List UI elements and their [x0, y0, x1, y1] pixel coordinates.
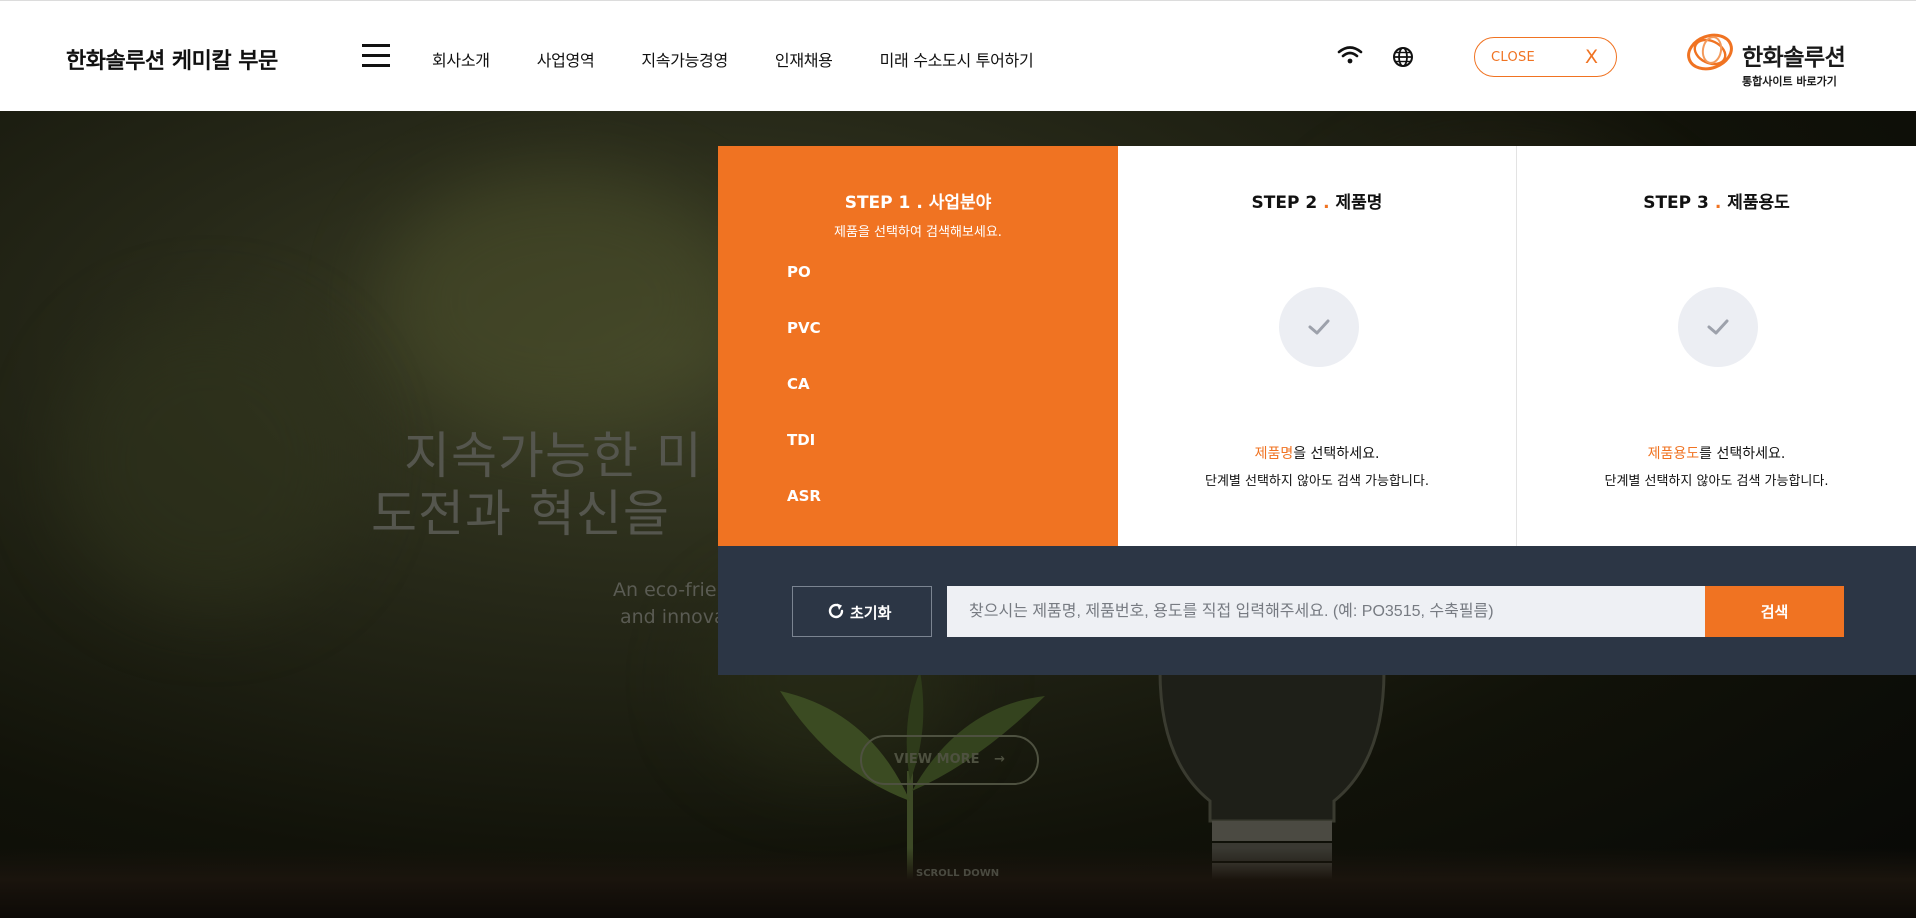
- category-item-pvc[interactable]: PVC: [787, 319, 821, 375]
- search-input[interactable]: [947, 586, 1705, 637]
- step3-number: STEP 3: [1643, 193, 1709, 213]
- step3-hint-rest: 를 선택하세요.: [1699, 446, 1786, 462]
- check-icon: [1308, 319, 1330, 335]
- step2-hint-rest: 을 선택하세요.: [1293, 446, 1380, 462]
- wifi-icon[interactable]: [1337, 45, 1363, 65]
- hero-subtitle: An eco-frien and innova: [613, 577, 729, 631]
- soil-ground: [0, 848, 1916, 918]
- step2-title-text: 제품명: [1335, 193, 1383, 213]
- step2-note: 단계별 선택하지 않아도 검색 가능합니다.: [1205, 474, 1429, 489]
- hanwha-logo-link[interactable]: 한화솔루션 통합사이트 바로가기: [1686, 26, 1856, 88]
- site-header: 한화솔루션 케미칼 부문 회사소개 사업영역 지속가능경영 인재채용 미래 수소…: [0, 0, 1916, 111]
- main-nav: 회사소개 사업영역 지속가능경영 인재채용 미래 수소도시 투어하기: [432, 47, 1080, 71]
- category-item-tdi[interactable]: TDI: [787, 431, 821, 487]
- close-icon: X: [1584, 46, 1598, 68]
- globe-icon[interactable]: [1392, 46, 1414, 68]
- nav-item-hydrogen-tour[interactable]: 미래 수소도시 투어하기: [880, 47, 1034, 71]
- category-item-asr[interactable]: ASR: [787, 487, 821, 543]
- step3-hint-highlight: 제품용도: [1647, 446, 1700, 462]
- nav-item-business[interactable]: 사업영역: [537, 47, 595, 71]
- step3-product-usage: STEP 3 . 제품용도 제품용도를 선택하세요. 단계별 선택하지 않아도 …: [1517, 146, 1916, 546]
- hero-subtitle-line1: An eco-frien: [613, 579, 729, 601]
- step3-title-text: 제품용도: [1727, 193, 1790, 213]
- step1-number: STEP 1: [844, 193, 911, 213]
- hero-title-line1: 지속가능한 미: [404, 427, 703, 485]
- step3-note: 단계별 선택하지 않아도 검색 가능합니다.: [1604, 474, 1829, 489]
- category-item-po[interactable]: PO: [787, 263, 821, 319]
- close-label: CLOSE: [1491, 50, 1536, 65]
- hero-title-line2: 도전과 혁신을: [371, 485, 670, 543]
- step1-description: 제품을 선택하여 검색해보세요.: [834, 225, 1002, 240]
- step2-check-circle: [1279, 287, 1359, 367]
- step1-title: STEP 1 . 사업분야: [718, 188, 1118, 213]
- reset-button[interactable]: 초기화: [792, 586, 932, 637]
- brand-title[interactable]: 한화솔루션 케미칼 부문: [66, 43, 278, 75]
- search-button[interactable]: 검색: [1705, 586, 1844, 637]
- view-more-label: VIEW MORE: [894, 752, 980, 767]
- category-item-ca[interactable]: CA: [787, 375, 821, 431]
- step3-dot: .: [1714, 193, 1722, 213]
- step3-check-circle: [1678, 287, 1758, 367]
- hamburger-menu-icon[interactable]: [362, 44, 390, 68]
- step1-business-area: STEP 1 . 사업분야 제품을 선택하여 검색해보세요. PO PVC CA…: [718, 146, 1118, 546]
- step2-title: STEP 2 . 제품명: [1118, 188, 1516, 213]
- step2-hint-highlight: 제품명: [1254, 446, 1294, 462]
- close-button[interactable]: CLOSE X: [1474, 37, 1617, 77]
- check-icon: [1707, 319, 1729, 335]
- arrow-right-icon: →: [994, 752, 1005, 767]
- reset-label: 초기화: [850, 604, 892, 622]
- hanwha-logo-icon: [1687, 33, 1733, 71]
- step2-product-name: STEP 2 . 제품명 제품명을 선택하세요. 단계별 선택하지 않아도 검색…: [1118, 146, 1517, 546]
- view-more-button[interactable]: VIEW MORE →: [860, 735, 1039, 785]
- nav-item-company[interactable]: 회사소개: [432, 47, 490, 71]
- hero-title: 지속가능한 미 도전과 혁신을: [371, 427, 703, 543]
- step1-dot: .: [916, 193, 923, 213]
- step2-dot: .: [1323, 193, 1330, 213]
- nav-item-sustainability[interactable]: 지속가능경영: [641, 47, 728, 71]
- hero-subtitle-line2: and innova: [620, 606, 726, 628]
- scroll-down-label[interactable]: SCROLL DOWN: [916, 868, 999, 879]
- step3-title: STEP 3 . 제품용도: [1517, 188, 1916, 213]
- step1-title-text: 사업분야: [928, 193, 992, 213]
- search-bar: 초기화 검색: [718, 546, 1916, 675]
- step2-number: STEP 2: [1251, 193, 1318, 213]
- step2-hint: 제품명을 선택하세요.: [1118, 443, 1516, 463]
- product-search-panel: STEP 1 . 사업분야 제품을 선택하여 검색해보세요. PO PVC CA…: [718, 146, 1916, 675]
- business-category-list: PO PVC CA TDI ASR: [787, 263, 821, 543]
- refresh-icon: [828, 603, 844, 619]
- logo-text: 한화솔루션: [1742, 45, 1846, 71]
- step3-hint: 제품용도를 선택하세요.: [1517, 443, 1916, 463]
- logo-subtext: 통합사이트 바로가기: [1742, 75, 1837, 88]
- nav-item-careers[interactable]: 인재채용: [775, 47, 833, 71]
